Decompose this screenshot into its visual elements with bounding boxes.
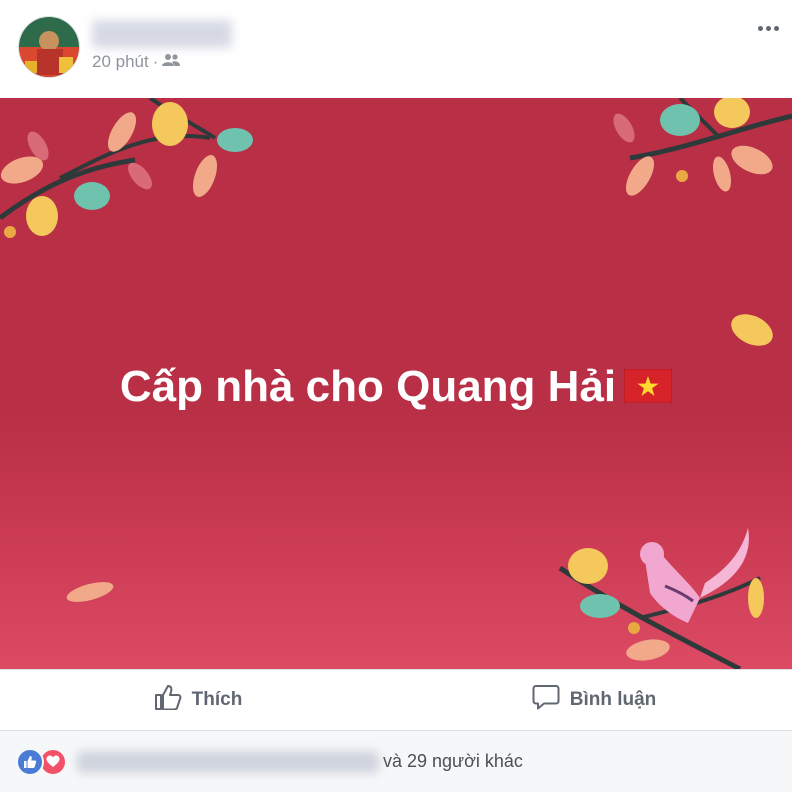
thumbs-up-icon — [154, 684, 182, 716]
post-header: 20 phút · — [0, 0, 792, 98]
more-dots-icon[interactable] — [756, 20, 780, 36]
reaction-icons — [16, 747, 67, 776]
status-banner: Cấp nhà cho Quang Hải — [0, 98, 792, 669]
post-time[interactable]: 20 phút — [92, 52, 149, 72]
avatar[interactable] — [18, 16, 80, 78]
reactor-names-blurred[interactable] — [77, 750, 379, 773]
comment-button[interactable]: Bình luận — [396, 670, 792, 730]
status-text: Cấp nhà cho Quang Hải — [0, 360, 792, 416]
comment-bubble-icon — [532, 684, 560, 716]
vietnam-flag-icon — [623, 362, 673, 416]
comment-label: Bình luận — [569, 689, 657, 710]
status-message: Cấp nhà cho Quang Hải — [119, 362, 617, 411]
meta-separator: · — [152, 52, 159, 71]
friends-icon[interactable] — [162, 52, 181, 72]
author-name-blurred[interactable] — [92, 20, 232, 48]
post-actions: Thích Bình luận — [0, 669, 792, 731]
like-reaction-icon — [16, 747, 44, 776]
like-label: Thích — [191, 689, 243, 710]
reaction-others-count[interactable]: và 29 người khác — [383, 751, 523, 772]
like-button[interactable]: Thích — [0, 670, 396, 730]
post-meta: 20 phút · — [92, 52, 181, 72]
reactions-summary[interactable]: và 29 người khác — [0, 731, 792, 792]
